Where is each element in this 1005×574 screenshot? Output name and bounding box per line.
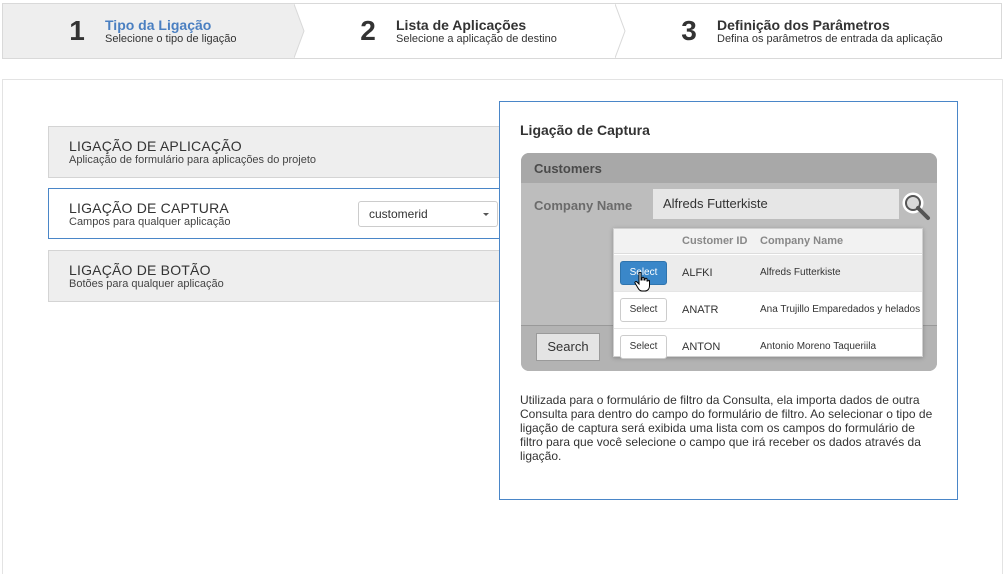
column-header: Company Name — [760, 235, 844, 247]
step-title: Lista de Aplicações — [396, 16, 527, 33]
mock-select-button: Select — [620, 335, 667, 359]
step-lista-aplicacoes[interactable]: 2 Lista de Aplicações Selecione a aplica… — [294, 4, 615, 58]
option-name: LIGAÇÃO DE APLICAÇÃO — [69, 138, 242, 154]
step-title: Tipo da Ligação — [105, 16, 212, 33]
chevron-down-icon — [483, 213, 489, 216]
search-icon — [901, 191, 933, 223]
table-row: Select ANATR Ana Trujillo Emparedados y … — [614, 292, 922, 329]
cell-company-name: Antonio Moreno Taqueriila — [760, 341, 877, 352]
wizard-steps: 1 Tipo da Ligação Selecione o tipo de li… — [2, 3, 1002, 59]
option-ligacao-botao[interactable]: LIGAÇÃO DE BOTÃO Botões para qualquer ap… — [48, 250, 500, 302]
option-description: Botões para qualquer aplicação — [69, 278, 224, 290]
step-subtitle: Selecione o tipo de ligação — [105, 32, 237, 45]
step-number: 3 — [681, 15, 697, 46]
step-number: 2 — [360, 15, 376, 46]
step-subtitle: Selecione a aplicação de destino — [396, 32, 557, 45]
step-title: Definição dos Parâmetros — [717, 16, 890, 33]
table-row: Select ALFKI Alfreds Futterkiste — [614, 255, 922, 292]
option-ligacao-aplicacao[interactable]: LIGAÇÃO DE APLICAÇÃO Aplicação de formul… — [48, 126, 500, 178]
option-description: Aplicação de formulário para aplicações … — [69, 154, 317, 166]
table-row: Select ANTON Antonio Moreno Taqueriila — [614, 329, 922, 366]
cell-company-name: Alfreds Futterkiste — [760, 267, 841, 278]
preview-title: Ligação de Captura — [520, 122, 650, 138]
mock-field-label: Company Name — [534, 198, 633, 213]
preview-description: Utilizada para o formulário de filtro da… — [520, 393, 933, 463]
step-number: 1 — [69, 15, 85, 46]
step-subtitle: Defina os parâmetros de entrada da aplic… — [717, 32, 943, 45]
mock-select-button: Select — [620, 298, 667, 322]
cell-company-name: Ana Trujillo Emparedados y helados — [760, 304, 921, 315]
step-definicao-parametros[interactable]: 3 Definição dos Parâmetros Defina os par… — [615, 4, 1002, 58]
mock-table-header: Customer ID Company Name — [614, 229, 922, 254]
hand-cursor-icon — [634, 271, 650, 292]
preview-panel: Ligação de Captura Customers Company Nam… — [499, 101, 958, 500]
capture-field-select[interactable]: customerid — [358, 201, 498, 227]
option-name: LIGAÇÃO DE BOTÃO — [69, 262, 211, 278]
mock-lookup-popup: Customer ID Company Name Select ALFKI Al… — [613, 228, 923, 359]
preview-illustration: Customers Company Name Alfreds Futterkis… — [521, 153, 937, 371]
mock-header: Customers — [521, 153, 937, 183]
main-panel: LIGAÇÃO DE APLICAÇÃO Aplicação de formul… — [2, 79, 1003, 574]
cell-customer-id: ALFKI — [682, 267, 713, 279]
column-header: Customer ID — [682, 235, 748, 247]
mock-field-input: Alfreds Futterkiste — [653, 189, 899, 219]
step-tipo-ligacao[interactable]: 1 Tipo da Ligação Selecione o tipo de li… — [3, 4, 294, 58]
cell-customer-id: ANTON — [682, 341, 721, 353]
capture-field-value: customerid — [369, 207, 428, 221]
cell-customer-id: ANATR — [682, 304, 719, 316]
mock-search-button: Search — [536, 333, 600, 361]
